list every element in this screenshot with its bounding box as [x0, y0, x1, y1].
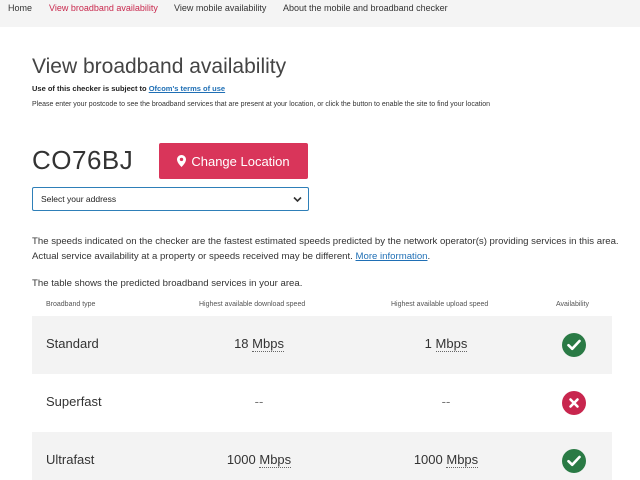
upload-value: -- — [441, 394, 451, 409]
terms-prefix: Use of this checker is subject to — [32, 84, 149, 93]
terms-of-use-link[interactable]: Ofcom's terms of use — [149, 84, 225, 93]
cross-icon — [562, 391, 586, 415]
postcode-display: CO76BJ — [32, 145, 134, 175]
nav-link-mobile[interactable]: View mobile availability — [174, 3, 266, 13]
download-unit: Mbps — [252, 336, 284, 352]
speeds-disclaimer-text: The speeds indicated on the checker are … — [32, 236, 619, 262]
page-title: View broadband availability — [32, 55, 287, 78]
check-icon — [562, 449, 586, 473]
change-location-label: Change Location — [191, 153, 290, 169]
download-value: -- — [254, 394, 264, 409]
download-value: 18 — [234, 336, 249, 351]
broadband-type: Superfast — [46, 394, 102, 409]
chevron-down-icon — [293, 195, 302, 205]
download-value: 1000 — [226, 452, 256, 467]
upload-unit: Mbps — [446, 452, 479, 468]
table-row-standard: Standard 18 Mbps 1 Mbps — [32, 316, 612, 374]
more-info-suffix: . — [427, 251, 431, 262]
address-select[interactable]: Select your address — [32, 187, 309, 211]
download-unit: Mbps — [259, 452, 292, 468]
top-navigation: Home View broadband availability View mo… — [0, 0, 640, 27]
address-select-value: Select your address — [41, 194, 117, 204]
table-row-superfast: Superfast -- -- — [32, 374, 612, 432]
check-icon — [562, 333, 586, 357]
header-upload-speed: Highest available upload speed — [391, 301, 489, 308]
broadband-type: Ultrafast — [46, 452, 95, 467]
change-location-button[interactable]: Change Location — [159, 143, 308, 179]
nav-link-home[interactable]: Home — [8, 3, 32, 13]
upload-value: 1000 — [413, 452, 443, 467]
nav-link-broadband[interactable]: View broadband availability — [49, 3, 158, 13]
terms-notice: Use of this checker is subject to Ofcom'… — [32, 84, 225, 93]
map-marker-icon — [177, 155, 187, 167]
instructions-text: Please enter your postcode to see the br… — [32, 101, 491, 108]
header-download-speed: Highest available download speed — [199, 301, 306, 308]
speeds-disclaimer: The speeds indicated on the checker are … — [32, 234, 622, 264]
upload-unit: Mbps — [435, 336, 468, 352]
table-intro: The table shows the predicted broadband … — [32, 278, 303, 289]
nav-link-about[interactable]: About the mobile and broadband checker — [283, 3, 448, 13]
header-availability: Availability — [556, 301, 589, 308]
upload-value: 1 — [424, 336, 432, 351]
broadband-type: Standard — [46, 336, 99, 351]
more-information-link[interactable]: More information — [356, 251, 428, 262]
table-row-ultrafast: Ultrafast 1000 Mbps 1000 Mbps — [32, 432, 612, 480]
header-broadband-type: Broadband type — [46, 301, 96, 308]
